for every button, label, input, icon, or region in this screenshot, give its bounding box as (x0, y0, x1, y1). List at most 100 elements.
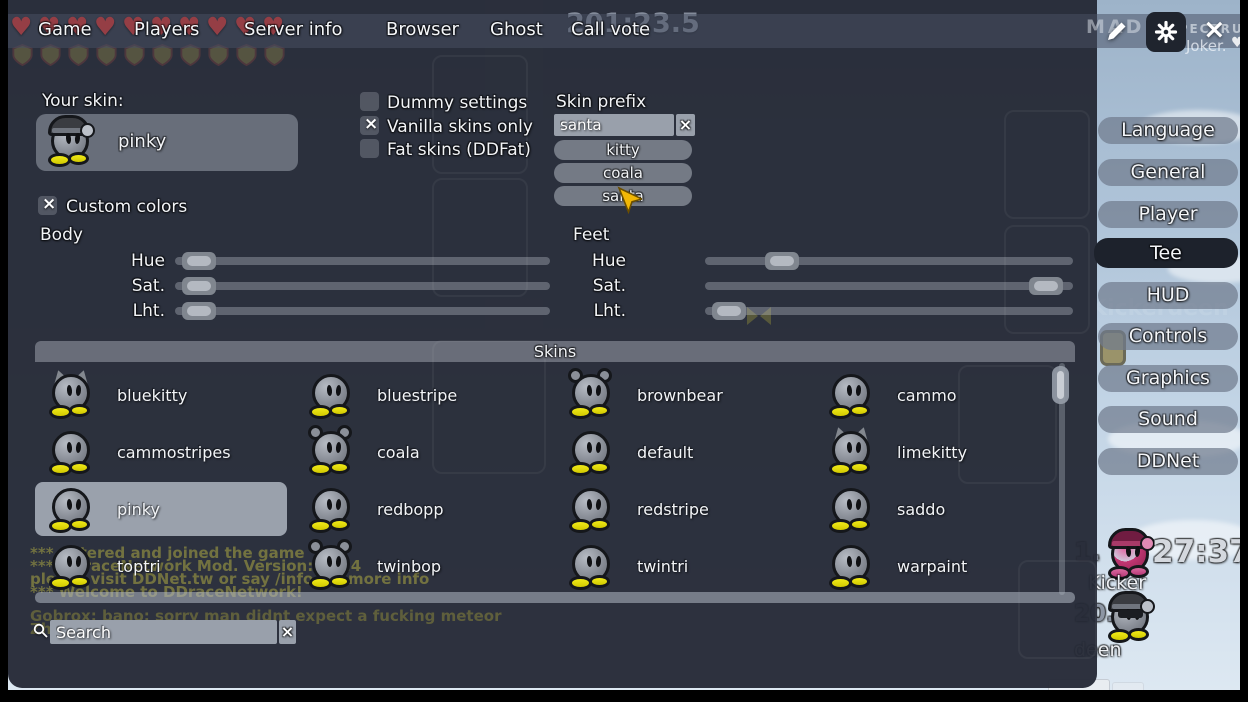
skin-cell-warpaint[interactable]: warpaint (815, 539, 1067, 593)
skins-list-header: Skins (35, 341, 1075, 362)
tee-avatar-preview (48, 120, 94, 166)
skin-cell-cammo[interactable]: cammo (815, 368, 1067, 422)
fat-skins-checkbox[interactable] (360, 139, 379, 158)
skin-name: brownbear (637, 386, 723, 405)
skin-cell-coala[interactable]: coala (295, 425, 547, 479)
edit-pencil-icon[interactable] (1104, 20, 1128, 44)
vertical-scrollbar-handle[interactable] (1052, 366, 1069, 404)
skin-cell-saddo[interactable]: saddo (815, 482, 1067, 536)
settings-tab-general[interactable]: General (1098, 159, 1238, 186)
skin-name: pinky (117, 500, 160, 519)
slider-handle[interactable] (182, 277, 216, 295)
feet-lht-label: Lht. (560, 301, 626, 321)
body-lht-label: Lht. (99, 301, 165, 321)
slider-handle[interactable] (182, 302, 216, 320)
mouse-cursor-icon (616, 186, 642, 214)
settings-tab-graphics[interactable]: Graphics (1098, 365, 1238, 392)
fat-skins-label[interactable]: Fat skins (DDFat) (387, 140, 531, 160)
screen: Kickerdeen 1. 27:37 Kicker 20. deen 201:… (0, 0, 1248, 702)
tee-avatar (569, 543, 615, 589)
slider-handle[interactable] (182, 252, 216, 270)
skin-cell-bluestripe[interactable]: bluestripe (295, 368, 547, 422)
slider-handle[interactable] (765, 252, 799, 270)
skin-cell-bluekitty[interactable]: bluekitty (35, 368, 287, 422)
feet-hue-label: Hue (560, 251, 626, 271)
settings-tab-tee[interactable]: Tee (1094, 238, 1238, 268)
skin-cell-redbopp[interactable]: redbopp (295, 482, 547, 536)
heart-icon: ♥ (10, 12, 38, 41)
settings-tab-language[interactable]: Language (1098, 117, 1238, 144)
body-hue-label: Hue (99, 251, 165, 271)
skins-grid: bluekitty bluestripe brownbear cammo cammost… (35, 368, 1075, 596)
settings-tab-hud[interactable]: HUD (1098, 282, 1238, 309)
search-icon (33, 623, 49, 639)
skin-preview-box[interactable]: pinky (36, 114, 298, 171)
prefix-suggestion-coala[interactable]: coala (554, 163, 692, 183)
close-icon[interactable]: × (1203, 14, 1226, 45)
prefix-suggestion-kitty[interactable]: kitty (554, 140, 692, 160)
tee-avatar (309, 372, 355, 418)
gear-icon (1154, 20, 1178, 44)
skin-prefix-input[interactable] (554, 114, 674, 136)
menu-tab-browser[interactable]: Browser (386, 19, 459, 40)
custom-colors-label[interactable]: Custom colors (66, 197, 187, 217)
skin-cell-limekitty[interactable]: limekitty (815, 425, 1067, 479)
frame-right (1240, 0, 1248, 702)
body-hue-slider[interactable] (175, 257, 550, 265)
tee-avatar (829, 486, 875, 532)
skin-cell-pinky[interactable]: pinky (35, 482, 287, 536)
tee-avatar-gray-santa (1108, 596, 1154, 642)
skin-cell-toptri[interactable]: toptri (35, 539, 287, 593)
menu-tab-call-vote[interactable]: Call vote (571, 19, 650, 40)
tee-avatar (569, 372, 615, 418)
tee-avatar (569, 486, 615, 532)
skin-name: limekitty (897, 443, 967, 462)
skin-name: cammostripes (117, 443, 231, 462)
clear-prefix-icon[interactable]: × (676, 114, 695, 136)
skin-name: bluestripe (377, 386, 457, 405)
tee-avatar (829, 543, 875, 589)
frame-left (0, 0, 8, 702)
menu-tab-game[interactable]: Game (38, 19, 92, 40)
skin-cell-twinbop[interactable]: twinbop (295, 539, 547, 593)
vanilla-skins-checkbox[interactable] (360, 116, 379, 135)
search-input[interactable] (50, 620, 277, 644)
body-section-label: Body (40, 225, 83, 245)
feet-hue-slider[interactable] (705, 257, 1073, 265)
body-lht-slider[interactable] (175, 307, 550, 315)
skin-cell-default[interactable]: default (555, 425, 807, 479)
slider-handle[interactable] (712, 302, 746, 320)
skin-cell-redstripe[interactable]: redstripe (555, 482, 807, 536)
clear-search-icon[interactable]: × (279, 620, 296, 644)
dummy-settings-label[interactable]: Dummy settings (387, 93, 527, 113)
body-sat-label: Sat. (99, 276, 165, 296)
skin-prefix-label: Skin prefix (556, 92, 646, 112)
feet-lht-slider[interactable] (705, 307, 1073, 315)
feet-sat-slider[interactable] (705, 282, 1073, 290)
heart-icon: ♥ (94, 12, 122, 41)
menu-tab-server-info[interactable]: Server info (244, 19, 343, 40)
vanilla-skins-label[interactable]: Vanilla skins only (387, 117, 533, 137)
settings-tab-sound[interactable]: Sound (1098, 406, 1238, 433)
skin-cell-twintri[interactable]: twintri (555, 539, 807, 593)
tee-avatar (49, 372, 95, 418)
settings-gear-button[interactable] (1146, 12, 1186, 52)
heart-icon: ♥ (206, 12, 234, 41)
settings-tab-controls[interactable]: Controls (1098, 323, 1238, 350)
body-sat-slider[interactable] (175, 282, 550, 290)
menu-tab-players[interactable]: Players (134, 19, 199, 40)
settings-tab-ddnet[interactable]: DDNet (1098, 448, 1238, 475)
slider-handle[interactable] (1029, 277, 1063, 295)
skin-name: warpaint (897, 557, 967, 576)
best-time-first: 27:37 (1152, 534, 1248, 570)
skin-name: toptri (117, 557, 161, 576)
settings-tab-player[interactable]: Player (1098, 201, 1238, 228)
dummy-settings-checkbox[interactable] (360, 92, 379, 111)
skin-cell-brownbear[interactable]: brownbear (555, 368, 807, 422)
skin-name: saddo (897, 500, 945, 519)
horizontal-scrollbar[interactable] (35, 592, 1075, 603)
menu-tab-ghost[interactable]: Ghost (490, 19, 543, 40)
skin-cell-cammostripes[interactable]: cammostripes (35, 425, 287, 479)
skin-name: twintri (637, 557, 688, 576)
custom-colors-checkbox[interactable] (38, 196, 57, 215)
